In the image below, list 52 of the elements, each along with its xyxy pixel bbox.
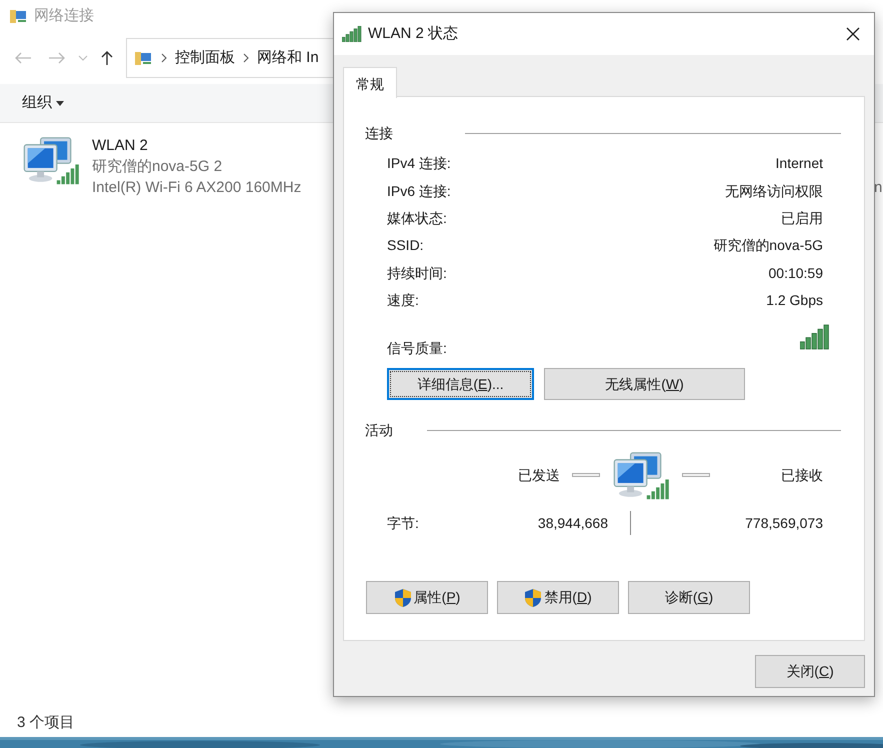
field-label: 持续时间:	[387, 264, 447, 283]
field-label: 信号质量:	[387, 339, 447, 358]
tab[interactable]: 常规	[343, 67, 397, 98]
field-value: Internet	[776, 154, 823, 174]
sent-label: 已发送	[518, 466, 560, 485]
field-label: 字节:	[387, 514, 420, 533]
signal-quality-icon	[800, 324, 830, 350]
received-label: 已接收	[781, 466, 823, 485]
status-bar-text: 3 个项目	[17, 712, 75, 733]
chevron-right-icon	[243, 53, 249, 63]
network-folder-icon	[135, 50, 153, 66]
networked-computers-icon	[22, 135, 80, 187]
field-label: SSID:	[387, 236, 424, 256]
field-value: 无网络访问权限	[725, 182, 823, 201]
up-arrow-icon[interactable]	[100, 50, 114, 66]
network-name: 研究僧的nova-5G 2	[92, 157, 224, 177]
field-value: 研究僧的nova-5G	[713, 236, 823, 256]
shield-icon	[524, 588, 542, 608]
cut-text: ni	[874, 178, 883, 198]
signal-bars-icon	[342, 26, 362, 42]
network-folder-icon	[10, 8, 28, 24]
window-title: 网络连接	[34, 6, 94, 26]
field-label: IPv6 连接:	[387, 182, 451, 201]
breadcrumb[interactable]: 控制面板	[175, 46, 235, 70]
field-value: 1.2 Gbps	[766, 291, 823, 310]
field-value: 已启用	[781, 208, 823, 228]
dialog-button[interactable]: 属性(P)	[366, 581, 488, 614]
adapter-name: Intel(R) Wi-Fi 6 AX200 160MHz	[92, 178, 302, 198]
field-label: 速度:	[387, 291, 419, 310]
field-label: 媒体状态:	[387, 208, 447, 228]
received-bytes: 778,569,073	[745, 514, 823, 533]
chevron-right-icon	[161, 53, 167, 63]
dialog-button[interactable]: 禁用(D)	[497, 581, 619, 614]
organize-menu[interactable]: 组织	[22, 92, 64, 114]
close-icon[interactable]	[846, 27, 860, 41]
shield-icon	[394, 588, 412, 608]
dialog-button[interactable]: 详细信息(E)...	[387, 368, 534, 400]
section-heading: 活动	[365, 421, 394, 440]
dialog-button[interactable]: 无线属性(W)	[544, 368, 745, 400]
dialog-button[interactable]: 诊断(G)	[628, 581, 750, 614]
forward-icon[interactable]	[48, 51, 66, 65]
field-value: 00:10:59	[768, 264, 823, 283]
close-button[interactable]: 关闭(C)	[755, 655, 865, 688]
sent-bytes: 38,944,668	[536, 514, 608, 533]
caret-icon	[56, 100, 64, 106]
chevron-down-icon[interactable]	[78, 54, 88, 62]
field-label: IPv4 连接:	[387, 154, 451, 174]
back-icon[interactable]	[14, 51, 32, 65]
dialog-title: WLAN 2 状态	[368, 24, 460, 44]
section-heading: 连接	[365, 124, 394, 143]
breadcrumb[interactable]: 网络和 In	[257, 46, 319, 70]
connection-name[interactable]: WLAN 2	[92, 135, 302, 156]
